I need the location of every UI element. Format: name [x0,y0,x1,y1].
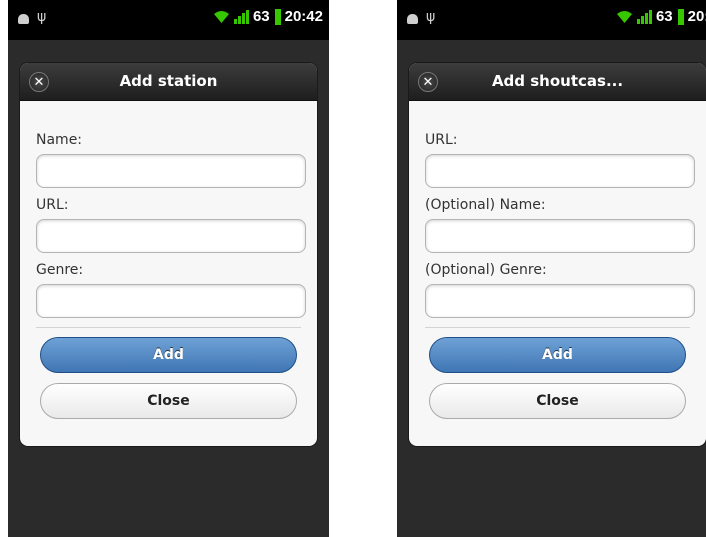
close-button[interactable]: Close [40,383,297,419]
dialog-title: Add shoutcas... [491,72,624,90]
clock: 20:43 [687,8,706,25]
phone-screen-left: ψ 63 20:42 ✕ Add station Name: URL: Genr… [8,0,329,537]
signal-bars-icon [636,9,652,24]
divider [425,327,690,328]
dialog-title: Add station [119,72,218,90]
url-label: URL: [36,197,69,213]
optional-genre-input[interactable] [425,284,695,318]
android-icon [18,14,29,24]
genre-label: Genre: [36,262,84,278]
optional-genre-label: (Optional) Genre: [425,262,547,278]
name-label: Name: [36,132,83,148]
wifi-icon [213,10,229,23]
url-label: URL: [425,132,458,148]
optional-name-input[interactable] [425,219,695,253]
signal-level: 63 [655,8,673,25]
phone-screen-right: ψ 63 20:43 ✕ Add shoutcas... URL: (Optio… [397,0,706,537]
divider [36,327,301,328]
usb-icon: ψ [426,9,436,25]
optional-name-label: (Optional) Name: [425,197,546,213]
dialog-header: ✕ Add shoutcas... [409,63,706,101]
status-bar: ψ 63 20:43 [397,0,706,40]
clock: 20:42 [284,8,323,25]
add-button[interactable]: Add [40,337,297,373]
android-icon [407,14,418,24]
signal-bars-icon [233,9,249,24]
status-bar: ψ 63 20:42 [8,0,329,40]
close-button[interactable]: Close [429,383,686,419]
usb-icon: ψ [37,9,47,25]
name-input[interactable] [36,154,306,188]
dialog-header: ✕ Add station [20,63,317,101]
add-shoutcast-dialog: ✕ Add shoutcas... URL: (Optional) Name: … [409,63,706,446]
wifi-icon [616,10,632,23]
battery-icon [274,8,281,25]
url-input[interactable] [36,219,306,253]
genre-input[interactable] [36,284,306,318]
signal-level: 63 [252,8,270,25]
add-button[interactable]: Add [429,337,686,373]
url-input[interactable] [425,154,695,188]
battery-icon [677,8,684,25]
add-station-dialog: ✕ Add station Name: URL: Genre: Add Clos… [20,63,317,446]
